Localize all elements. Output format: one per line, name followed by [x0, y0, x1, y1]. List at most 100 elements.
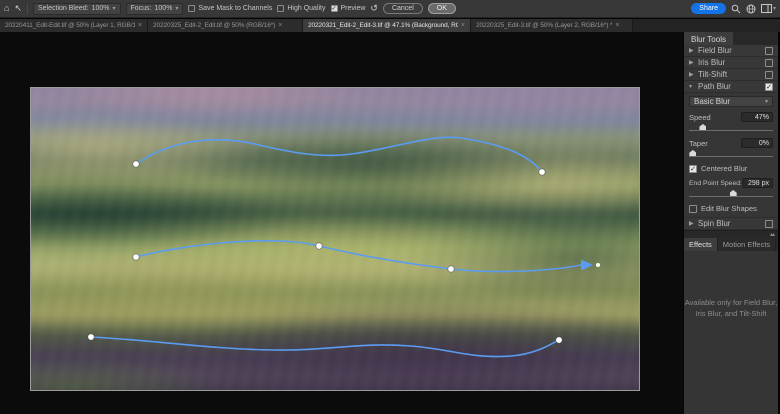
toolbar-divider	[27, 3, 28, 14]
end-point-speed-field[interactable]: 298 px	[742, 178, 773, 188]
blur-path-point[interactable]	[556, 337, 562, 343]
chevron-right-icon: ▶	[689, 220, 695, 227]
tilt-shift-label: Tilt-Shift	[698, 70, 762, 79]
focus-dropdown[interactable]: Focus: 100% ▾	[126, 3, 184, 15]
help-icon[interactable]	[746, 4, 756, 14]
spin-blur-label: Spin Blur	[698, 219, 762, 228]
taper-label: Taper	[689, 139, 708, 148]
search-icon[interactable]	[731, 4, 741, 14]
iris-blur-checkbox[interactable]	[765, 59, 773, 67]
middle-blur-path[interactable]	[136, 241, 581, 272]
document-tabs: 20220411_Edit-Edit.tif @ 50% (Layer 1, R…	[0, 19, 780, 32]
blur-path-end-dot[interactable]	[596, 263, 600, 267]
chevron-right-icon: ▶	[689, 47, 695, 54]
blur-path-point[interactable]	[88, 334, 94, 340]
canvas-workspace	[0, 32, 683, 414]
save-mask-label: Save Mask to Channels	[198, 5, 272, 12]
home-icon[interactable]: ⌂	[4, 4, 9, 13]
close-icon[interactable]: ×	[138, 22, 142, 29]
options-bar: ⌂ ↖ Selection Bleed: 100% ▾ Focus: 100% …	[0, 0, 780, 18]
tilt-shift-checkbox[interactable]	[765, 71, 773, 79]
speed-slider[interactable]	[689, 124, 773, 133]
slider-track	[689, 130, 773, 131]
blur-path-point[interactable]	[133, 161, 139, 167]
chevron-down-icon: ▾	[175, 5, 178, 12]
field-blur-label: Field Blur	[698, 46, 762, 55]
end-point-speed-row: End Point Speed: 298 px	[689, 178, 773, 188]
slider-track	[689, 156, 773, 157]
document-tab-title: 20220411_Edit-Edit.tif @ 50% (Layer 1, R…	[5, 22, 135, 29]
edit-blur-shapes-checkbox[interactable]: Edit Blur Shapes	[689, 204, 773, 213]
share-button[interactable]: Share	[691, 3, 726, 14]
document-tab-title: 20220325_Edit-2_Edit.tif @ 50% (RGB/16*)	[153, 22, 275, 29]
document-canvas[interactable]	[30, 87, 640, 391]
effects-tab-strip: Effects Motion Effects Noise	[684, 238, 778, 251]
chevron-down-icon: ▾	[765, 98, 768, 105]
document-tab-2[interactable]: 20220325_Edit-2_Edit.tif @ 50% (RGB/16*)…	[148, 19, 303, 32]
save-mask-checkbox[interactable]: Save Mask to Channels	[188, 5, 272, 12]
path-blur-row[interactable]: ▾ Path Blur ✓	[684, 81, 778, 93]
chevron-down-icon: ▾	[689, 83, 695, 90]
remove-all-blur-icon[interactable]: ↺	[370, 4, 378, 13]
collapse-panel-icon[interactable]: ▴▴	[770, 231, 774, 238]
focus-value: 100%	[155, 5, 173, 12]
checkbox-icon	[188, 5, 195, 12]
high-quality-checkbox[interactable]: High Quality	[277, 5, 325, 12]
blur-tools-panel-tab[interactable]: Blur Tools	[684, 32, 733, 45]
spin-blur-row[interactable]: ▶ Spin Blur	[684, 218, 778, 230]
end-point-speed-slider[interactable]	[689, 190, 773, 199]
selection-bleed-dropdown[interactable]: Selection Bleed: 100% ▾	[33, 3, 121, 15]
taper-value-field[interactable]: 0%	[741, 138, 773, 148]
preview-checkbox[interactable]: ✓ Preview	[331, 5, 366, 12]
selection-bleed-value: 100%	[92, 5, 110, 12]
tab-noise[interactable]: Noise	[776, 238, 780, 251]
ok-button[interactable]: OK	[428, 3, 456, 14]
centered-blur-checkbox[interactable]: ✓ Centered Blur	[689, 164, 773, 173]
blur-path-point[interactable]	[133, 254, 139, 260]
blur-tools-panel: Blur Tools ▶ Field Blur ▶ Iris Blur ▶ Ti…	[684, 32, 778, 414]
top-blur-path[interactable]	[136, 137, 542, 172]
workspace-icon[interactable]: ▾	[761, 4, 776, 13]
tilt-shift-row[interactable]: ▶ Tilt-Shift	[684, 69, 778, 81]
edit-blur-shapes-label: Edit Blur Shapes	[701, 204, 757, 213]
effects-panel-header: ▴▴	[684, 230, 778, 238]
panel-tab-strip: Blur Tools	[684, 32, 778, 45]
tab-bar-filler	[633, 19, 780, 32]
document-tab-4[interactable]: 20220325_Edit-3.tif @ 50% (Layer 2, RGB/…	[471, 19, 633, 32]
speed-value-field[interactable]: 47%	[741, 112, 773, 122]
close-icon[interactable]: ×	[615, 22, 619, 29]
bottom-blur-path[interactable]	[91, 337, 559, 357]
blur-path-point[interactable]	[316, 243, 322, 249]
checkbox-checked-icon: ✓	[331, 5, 338, 12]
close-icon[interactable]: ×	[278, 22, 282, 29]
close-icon[interactable]: ×	[461, 22, 465, 29]
high-quality-label: High Quality	[287, 5, 325, 12]
iris-blur-row[interactable]: ▶ Iris Blur	[684, 57, 778, 69]
taper-slider[interactable]	[689, 150, 773, 159]
blur-path-arrow-icon[interactable]	[581, 260, 593, 271]
blur-type-dropdown[interactable]: Basic Blur ▾	[689, 96, 773, 107]
path-blur-settings: Basic Blur ▾ Speed 47% Taper 0% ✓ Cent	[684, 93, 778, 218]
iris-blur-label: Iris Blur	[698, 58, 762, 67]
tab-motion-effects[interactable]: Motion Effects	[718, 238, 776, 251]
speed-label: Speed	[689, 113, 711, 122]
document-tab-title: 20220325_Edit-3.tif @ 50% (Layer 2, RGB/…	[476, 22, 612, 29]
cancel-button[interactable]: Cancel	[383, 3, 423, 14]
photoshop-blur-gallery: ⌂ ↖ Selection Bleed: 100% ▾ Focus: 100% …	[0, 0, 780, 414]
blur-path-point[interactable]	[448, 266, 454, 272]
checkbox-icon	[277, 5, 284, 12]
blur-tool-icon[interactable]: ↖	[14, 4, 22, 13]
effects-panel-body: Available only for Field Blur, Iris Blur…	[684, 251, 778, 414]
path-blur-checkbox[interactable]: ✓	[765, 83, 773, 91]
field-blur-checkbox[interactable]	[765, 47, 773, 55]
document-tab-1[interactable]: 20220411_Edit-Edit.tif @ 50% (Layer 1, R…	[0, 19, 148, 32]
spin-blur-checkbox[interactable]	[765, 220, 773, 228]
blur-path-point[interactable]	[539, 169, 545, 175]
field-blur-row[interactable]: ▶ Field Blur	[684, 45, 778, 57]
document-tab-3-active[interactable]: 20220321_Edit-2_Edit-3.tif @ 47.1% (Back…	[303, 19, 471, 32]
blur-paths-overlay[interactable]	[31, 88, 640, 391]
tab-effects[interactable]: Effects	[684, 238, 718, 251]
focus-label: Focus:	[131, 5, 152, 12]
path-blur-label: Path Blur	[698, 82, 762, 91]
effects-unavailable-message: Available only for Field Blur, Iris Blur…	[685, 297, 777, 320]
